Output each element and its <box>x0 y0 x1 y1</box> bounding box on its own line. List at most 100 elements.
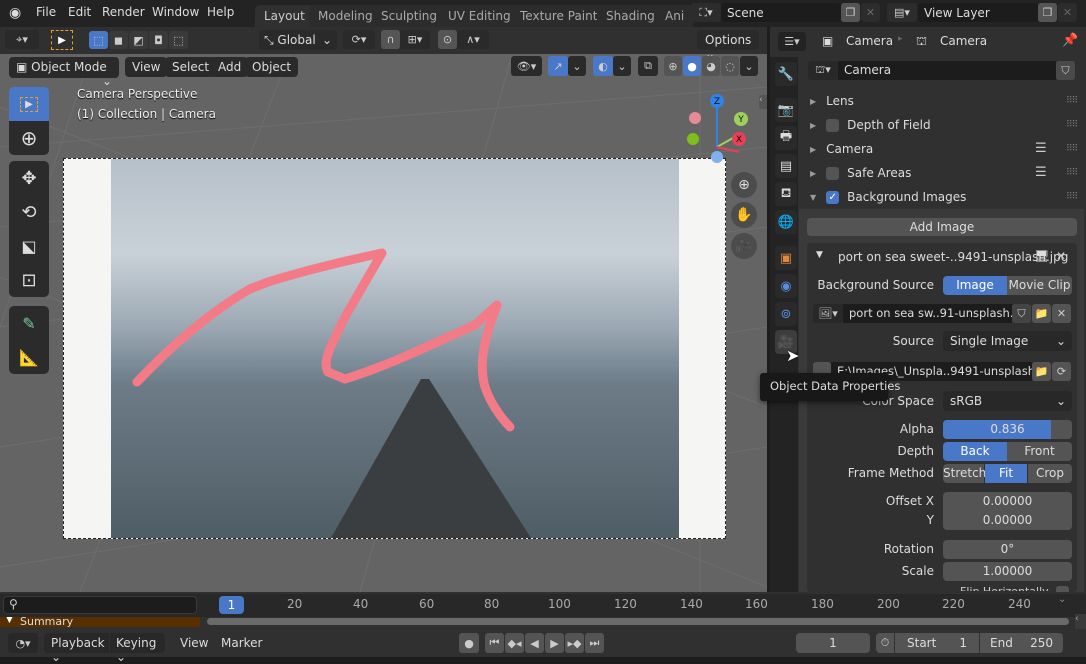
delete-view-layer-button[interactable]: ✕ <box>1058 3 1077 22</box>
start-frame-field[interactable]: Start 1 <box>895 633 979 653</box>
jump-end-button[interactable]: ⏭ <box>585 633 604 653</box>
new-view-layer-button[interactable]: ❐ <box>1038 3 1057 22</box>
pan-view-button[interactable]: ✋ <box>731 202 757 228</box>
drag-handle-icon[interactable]: ⠿⠿ <box>1066 168 1078 178</box>
chevron-down-icon[interactable]: ⌄ <box>1058 594 1066 605</box>
image-unlink-button[interactable]: ✕ <box>1052 304 1071 323</box>
drag-handle-icon[interactable]: ⠿⠿ <box>1066 96 1078 106</box>
frame-crop-button[interactable]: Crop <box>1028 464 1072 483</box>
drag-handle-icon[interactable]: ⠿⠿ <box>1066 144 1078 154</box>
next-keyframe-button[interactable]: ▸◆ <box>565 633 584 653</box>
timeline-menu-view[interactable]: View <box>180 636 208 650</box>
safe-areas-presets-icon[interactable]: ☰ <box>1035 165 1047 180</box>
frame-stretch-button[interactable]: Stretch <box>943 464 986 483</box>
3d-viewport[interactable]: ⌖▾ ▶ ⬚ ◼ ◩ ◘ ⬚ ⤡ Global ⌄ ⟳▾ ∩ ⊞▾ ⊙ ∧▾ Op… <box>0 27 767 592</box>
fake-user-toggle[interactable]: ⛉ <box>1056 61 1075 80</box>
tab-physics[interactable]: ◉ <box>775 274 797 298</box>
timeline-scrollbar[interactable] <box>207 618 1069 625</box>
camera-presets-icon[interactable]: ☰ <box>1035 141 1047 156</box>
prev-keyframe-button[interactable]: ◆◂ <box>505 633 524 653</box>
gizmo-neg-z-axis[interactable] <box>711 151 723 163</box>
timeline-search-input[interactable]: ⚲ <box>3 596 197 614</box>
scale-field[interactable]: 1.00000 <box>943 562 1072 581</box>
datablock-name-field[interactable]: Camera <box>838 61 1056 80</box>
chevron-down-icon[interactable]: ▼ <box>816 250 823 260</box>
zoom-view-button[interactable]: ⊕ <box>731 172 757 198</box>
jump-start-button[interactable]: ⏮ <box>485 633 504 653</box>
navigation-gizmo[interactable]: Z Y X <box>680 92 750 167</box>
tab-sculpting[interactable]: Sculpting <box>372 5 447 27</box>
tab-view-layer[interactable]: ▤ <box>775 154 797 178</box>
delete-scene-button[interactable]: ✕ <box>861 3 880 22</box>
play-button[interactable]: ▶ <box>545 633 564 653</box>
depth-front-button[interactable]: Front <box>1007 442 1072 461</box>
tab-scene[interactable]: ⛾ <box>775 182 797 206</box>
tab-shading[interactable]: Shading <box>597 5 664 27</box>
view-layer-selector-button[interactable]: ▤▾ <box>887 3 917 22</box>
add-image-button[interactable]: Add Image <box>807 218 1077 236</box>
tab-tool[interactable]: 🔧 <box>775 62 797 86</box>
play-reverse-button[interactable]: ◀ <box>525 633 544 653</box>
offset-y-field[interactable]: 0.00000 <box>943 511 1072 530</box>
tab-object[interactable]: ▣ <box>775 246 797 270</box>
frame-fit-button[interactable]: Fit <box>985 464 1027 483</box>
preview-range-toggle[interactable]: ⏱ <box>876 633 894 653</box>
tab-modeling[interactable]: Modeling <box>309 5 382 27</box>
remove-image-icon[interactable]: ✕ <box>1056 249 1066 263</box>
gizmo-neg-y-axis[interactable] <box>689 112 701 124</box>
offset-x-field[interactable]: 0.00000 <box>943 492 1072 511</box>
blender-logo-icon[interactable]: ◉ <box>9 5 27 21</box>
menu-render[interactable]: Render <box>102 5 145 19</box>
keying-menu[interactable]: Keying ⌄ <box>110 633 165 664</box>
background-images-checkbox[interactable]: ✓ <box>826 190 840 204</box>
filepath-browse-button[interactable]: 📁 <box>1032 362 1051 381</box>
drag-handle-icon[interactable]: ⠿⠿ <box>1066 120 1078 130</box>
image-browse-button[interactable]: 🖼▾ <box>813 304 843 323</box>
tab-output[interactable]: 🖶 <box>775 126 797 150</box>
safe-areas-checkbox[interactable] <box>826 166 840 180</box>
panel-depth-of-field[interactable]: ▶ Depth of Field <box>810 114 1080 136</box>
panel-lens[interactable]: ▶ Lens <box>810 90 1080 112</box>
panel-background-images[interactable]: ▼ ✓ Background Images <box>810 186 1080 208</box>
view-layer-name-field[interactable]: View Layer <box>918 3 1038 22</box>
drag-handle-icon[interactable]: ⠿⠿ <box>1066 192 1078 202</box>
current-frame-field[interactable]: 1 <box>796 633 870 653</box>
camera-view-button[interactable]: 🎥 <box>731 233 757 259</box>
source-type-dropdown[interactable]: Single Image ⌄ <box>943 331 1072 351</box>
depth-of-field-checkbox[interactable] <box>826 118 840 132</box>
current-frame-indicator[interactable]: 1 <box>219 596 244 614</box>
depth-back-button[interactable]: Back <box>943 442 1007 461</box>
sidebar-toggle[interactable]: ‹ <box>759 95 767 109</box>
new-scene-button[interactable]: ❐ <box>841 3 860 22</box>
timeline-sidebar-toggle[interactable]: ‹ <box>1075 614 1086 630</box>
tab-world[interactable]: 🌐 <box>775 210 797 234</box>
menu-help[interactable]: Help <box>207 5 234 19</box>
source-image-button[interactable]: Image <box>943 276 1007 295</box>
menu-window[interactable]: Window <box>152 5 199 19</box>
show-in-viewport-icon[interactable]: 🖥 <box>1034 249 1049 263</box>
timeline-menu-marker[interactable]: Marker <box>221 636 262 650</box>
tab-layout[interactable]: Layout <box>255 5 314 27</box>
gizmo-neg-x-axis[interactable] <box>687 133 699 145</box>
playback-menu[interactable]: Playback ⌄ <box>44 633 109 664</box>
image-open-button[interactable]: 📁 <box>1032 304 1051 323</box>
reload-image-button[interactable]: ⟳ <box>1052 362 1071 381</box>
tab-animation[interactable]: Ani <box>656 5 694 27</box>
alpha-slider[interactable]: 0.836 <box>943 420 1072 439</box>
color-space-dropdown[interactable]: sRGB ⌄ <box>943 391 1072 411</box>
pin-icon[interactable]: 📌 <box>1062 33 1078 48</box>
image-fake-user-toggle[interactable]: ⛉ <box>1012 304 1031 323</box>
tab-texture-paint[interactable]: Texture Paint <box>511 5 607 27</box>
summary-channel[interactable]: ▼ Summary <box>0 617 200 627</box>
source-movie-clip-button[interactable]: Movie Clip <box>1007 276 1072 295</box>
scene-name-field[interactable]: Scene <box>721 3 841 22</box>
camera-data-browse-button[interactable]: ⛫▾ <box>808 61 838 80</box>
end-frame-field[interactable]: End 250 <box>980 633 1063 653</box>
tab-uv-editing[interactable]: UV Editing <box>439 5 520 27</box>
timeline-editor-type-button[interactable]: ◔▾ <box>8 633 38 653</box>
auto-keying-toggle[interactable]: ● <box>459 633 479 653</box>
menu-file[interactable]: File <box>36 5 56 19</box>
scene-selector-button[interactable]: ⛶▾ <box>691 3 721 22</box>
properties-editor-type-button[interactable]: ☰▾ <box>778 32 806 51</box>
menu-edit[interactable]: Edit <box>68 5 91 19</box>
